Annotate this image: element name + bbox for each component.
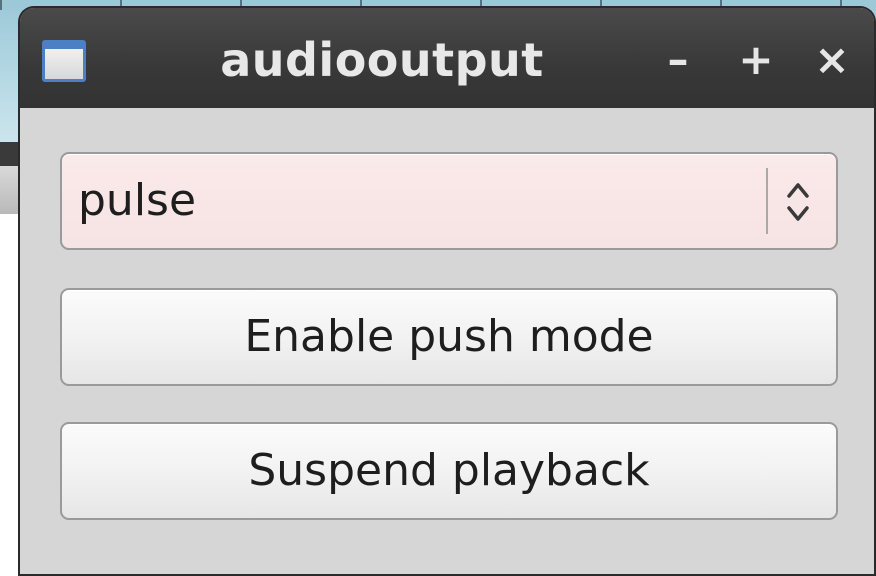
close-button[interactable]: × xyxy=(810,38,854,82)
combobox-selected-value: pulse xyxy=(78,175,197,226)
title-bar[interactable]: audiooutput – + × xyxy=(20,8,874,108)
suspend-playback-button[interactable]: Suspend playback xyxy=(60,422,838,520)
updown-arrows-icon xyxy=(787,183,809,221)
audiooutput-window: audiooutput – + × pulse Enable push mode… xyxy=(20,8,874,574)
combobox-separator xyxy=(766,168,768,234)
enable-push-mode-button[interactable]: Enable push mode xyxy=(60,288,838,386)
window-client-area: pulse Enable push mode Suspend playback xyxy=(20,108,874,574)
audio-device-combobox[interactable]: pulse xyxy=(60,152,838,250)
maximize-button[interactable]: + xyxy=(734,38,778,82)
minimize-button[interactable]: – xyxy=(656,38,700,82)
